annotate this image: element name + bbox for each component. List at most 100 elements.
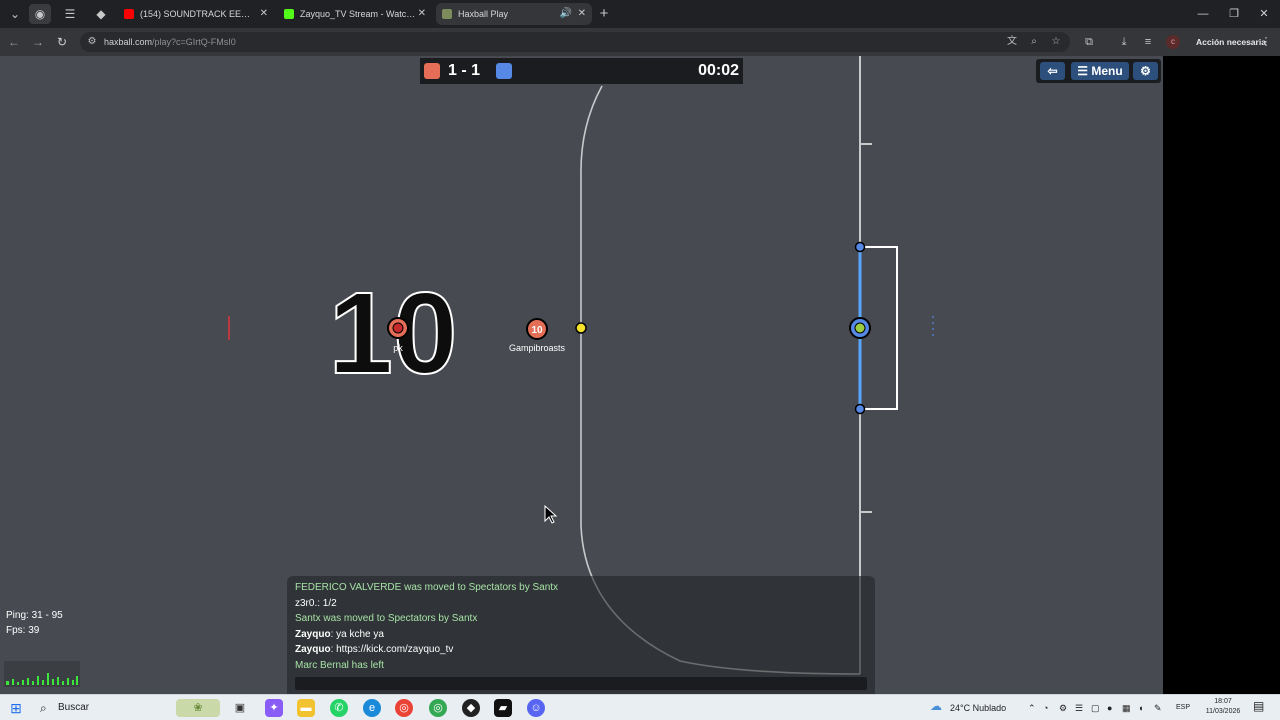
chat-input[interactable] xyxy=(295,677,867,690)
capcut-icon[interactable]: ▰ xyxy=(494,699,512,717)
player-gampibroasts-avatar: 10 xyxy=(531,325,543,336)
clock[interactable]: 18:07 11/03/2026 xyxy=(1196,697,1250,717)
downloads-icon[interactable]: ⤓ xyxy=(1116,34,1132,50)
player-pk-avatar-icon xyxy=(392,322,404,334)
close-tab-icon[interactable]: ✕ xyxy=(260,3,268,25)
net-stats: Ping: 31 - 95 Fps: 39 xyxy=(6,608,63,638)
roblox-icon[interactable]: ◆ xyxy=(462,699,480,717)
search-icon: ⌕ xyxy=(40,701,47,715)
chrome-icon[interactable]: ◎ xyxy=(395,699,413,717)
minimize-icon[interactable]: — xyxy=(1188,4,1218,24)
weather-text[interactable]: 24°C Nublado xyxy=(950,701,1006,715)
pinned-tab-1[interactable]: ◉ xyxy=(29,4,51,24)
language-indicator[interactable]: ESP xyxy=(1176,701,1190,715)
close-tab-icon[interactable]: ✕ xyxy=(418,3,426,25)
tab-title: Haxball Play xyxy=(458,9,509,19)
chat-panel: FEDERICO VALVERDE was moved to Spectator… xyxy=(287,576,875,694)
tray-app-icon[interactable]: ⚙ xyxy=(1059,701,1067,715)
url-text[interactable]: haxball.com/play?c=GIrtQ-FMsI0 xyxy=(104,32,236,52)
menu-button[interactable]: ☰ Menu xyxy=(1071,62,1129,80)
haxball-favicon-icon xyxy=(442,9,452,19)
fps-text: Fps: 39 xyxy=(6,625,40,636)
url-domain: haxball.com xyxy=(104,37,153,47)
restore-icon[interactable]: ❐ xyxy=(1219,4,1249,24)
chat-line: Santx was moved to Spectators by Santx xyxy=(295,613,478,624)
new-tab-button[interactable]: + xyxy=(593,4,615,24)
site-info-icon[interactable]: ⚙ xyxy=(84,34,100,50)
chat-author: Zayquo xyxy=(295,629,331,640)
file-explorer-icon[interactable]: ▬ xyxy=(297,699,315,717)
chat-message: : https://kick.com/zayquo_tv xyxy=(330,644,454,655)
task-view-icon[interactable]: ▣ xyxy=(231,699,249,717)
back-icon[interactable]: ← xyxy=(4,33,24,51)
tab-search-chevron-icon[interactable]: ⌄ xyxy=(4,4,26,24)
microphone-icon[interactable]: ● xyxy=(1107,701,1112,715)
goal-post-bottom xyxy=(854,403,866,415)
translate-icon[interactable]: 文 xyxy=(1004,34,1020,50)
windows-taskbar: ⊞ ⌕ Buscar ❀ ▣ ✦ ▬ ✆ e ◎ ◎ ◆ ▰ ☺ ☁ 24°C … xyxy=(0,694,1280,720)
chat-line: Marc Bernal has left xyxy=(295,660,384,671)
whatsapp-icon[interactable]: ✆ xyxy=(330,699,348,717)
copilot-icon[interactable]: ✦ xyxy=(265,699,283,717)
letterbox-area xyxy=(1163,56,1280,694)
address-bar[interactable]: ⚙ haxball.com/play?c=GIrtQ-FMsI0 文 ⌕ ☆ xyxy=(80,32,1070,52)
menu-label: Menu xyxy=(1091,64,1123,78)
mouse-cursor-icon xyxy=(544,504,558,524)
windows-start-icon[interactable]: ⊞ xyxy=(7,699,25,717)
fps-graph xyxy=(4,661,80,687)
youtube-favicon-icon xyxy=(124,9,134,19)
tab-youtube[interactable]: (154) SOUNDTRACK EEG | TROPI ✕ xyxy=(118,3,274,25)
weather-cloud-icon[interactable]: ☁ xyxy=(930,699,942,713)
game-timer: 00:02 xyxy=(698,62,739,79)
player-pk-name: pk xyxy=(393,343,403,353)
bookmark-star-icon[interactable]: ☆ xyxy=(1048,34,1064,50)
tray-app-icon[interactable]: ☰ xyxy=(1075,701,1083,715)
tray-overflow-icon[interactable]: ⌃ xyxy=(1028,701,1036,715)
browser-toolbar: ← → ↻ ⚙ haxball.com/play?c=GIrtQ-FMsI0 文… xyxy=(0,28,1280,56)
goal-post-top xyxy=(854,241,866,253)
tab-kick[interactable]: Zayquo_TV Stream - Watch Live ✕ xyxy=(278,3,432,25)
pen-icon[interactable]: ✎ xyxy=(1154,701,1162,715)
red-team-swatch xyxy=(424,63,440,79)
tray-app-icon[interactable]: ◔ xyxy=(1043,701,1048,715)
chat-line: z3r0.: 1/2 xyxy=(295,598,337,609)
close-tab-icon[interactable]: ✕ xyxy=(578,3,586,25)
score-text: 1 - 1 xyxy=(448,62,481,79)
pinned-tab-2[interactable]: ☰ xyxy=(59,4,81,24)
forward-icon[interactable]: → xyxy=(28,33,48,51)
media-controls-icon[interactable]: ≡ xyxy=(1140,34,1156,50)
volume-icon[interactable]: ◖ xyxy=(1138,701,1143,715)
tab-title: Zayquo_TV Stream - Watch Live xyxy=(300,9,416,19)
reload-icon[interactable]: ↻ xyxy=(52,33,72,51)
chrome-profile-icon[interactable]: ◎ xyxy=(429,699,447,717)
settings-gear-icon[interactable]: ⚙ xyxy=(1133,62,1158,80)
kick-favicon-icon xyxy=(284,9,294,19)
chat-line: Zayquo: ya kche ya xyxy=(295,629,384,640)
tab-title: (154) SOUNDTRACK EEG | TROPI xyxy=(140,9,256,19)
clock-date: 11/03/2026 xyxy=(1205,708,1241,715)
chat-message: : ya kche ya xyxy=(330,629,384,640)
ping-text: Ping: 31 - 95 xyxy=(6,610,63,621)
chat-line: FEDERICO VALVERDE was moved to Spectator… xyxy=(295,582,559,593)
close-window-icon[interactable]: ✕ xyxy=(1249,4,1279,24)
discord-icon[interactable]: ☺ xyxy=(527,699,545,717)
leave-room-icon[interactable]: ⇦ xyxy=(1040,62,1065,80)
extensions-icon[interactable]: ⧉ xyxy=(1081,34,1097,50)
browser-tab-bar: ⌄ ◉ ☰ ◆ (154) SOUNDTRACK EEG | TROPI ✕ Z… xyxy=(0,0,1280,28)
profile-avatar[interactable]: c xyxy=(1166,35,1180,49)
haxball-game-area[interactable]: 10 pk 10 Gampibroasts 1 - 1 00:02 ⇦ ☰ Me… xyxy=(0,56,1163,694)
tray-app-icon[interactable]: ▢ xyxy=(1091,701,1100,715)
tab-haxball[interactable]: Haxball Play 🔊 ✕ xyxy=(436,3,592,25)
network-icon[interactable]: ▦ xyxy=(1122,701,1131,715)
audio-playing-icon[interactable]: 🔊 xyxy=(560,3,572,25)
fps-graph-bars xyxy=(6,673,78,685)
pinned-tab-3[interactable]: ◆ xyxy=(90,4,112,24)
notifications-icon[interactable]: ▤ xyxy=(1253,699,1264,713)
scoreboard: 1 - 1 00:02 xyxy=(420,58,743,84)
zoom-icon[interactable]: ⌕ xyxy=(1026,34,1042,50)
chat-line: Zayquo: https://kick.com/zayquo_tv xyxy=(295,644,453,655)
search-highlight-image-icon[interactable]: ❀ xyxy=(176,699,220,717)
chat-author: Zayquo xyxy=(295,644,331,655)
browser-menu-icon[interactable]: ⋮ xyxy=(1258,34,1274,50)
edge-icon[interactable]: e xyxy=(363,699,381,717)
